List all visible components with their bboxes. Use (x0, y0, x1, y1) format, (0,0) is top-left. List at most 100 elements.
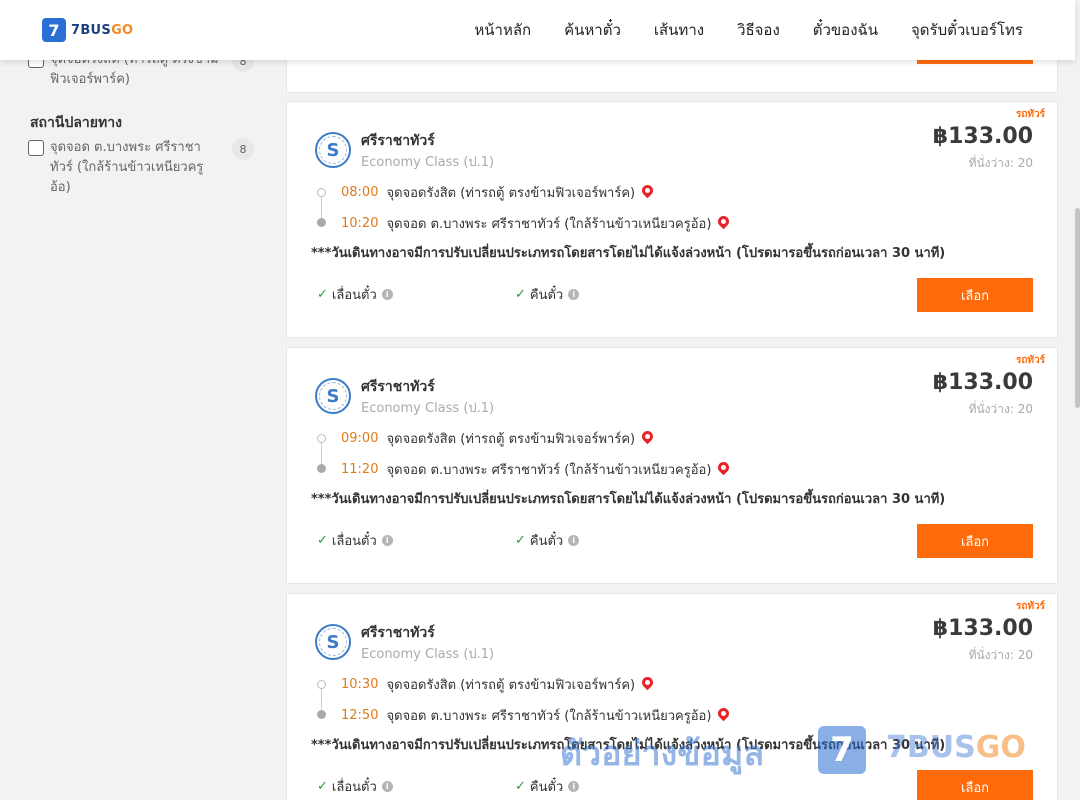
trip-notice: ***วันเดินทางอาจมีการปรับเปลี่ยนประเภทรถ… (311, 246, 946, 261)
nav-routes[interactable]: เส้นทาง (654, 18, 704, 42)
bus-type-tag: รถทัวร์ (1015, 109, 1045, 120)
nav-home[interactable]: หน้าหลัก (474, 18, 531, 42)
info-icon[interactable]: i (381, 535, 393, 546)
arrival-place: จุดจอด ต.บางพระ ศรีราชาทัวร์ (ใกล้ร้านข้… (386, 217, 712, 232)
reschedule-label: เลื่อนตั๋ว (331, 288, 377, 303)
departure-time: 08:00 (341, 185, 379, 200)
arrival-dot-icon (317, 218, 326, 227)
refund-policy: ✓ คืนตั๋ว i (515, 284, 580, 305)
nav-my-tickets[interactable]: ตั๋วของฉัน (813, 18, 878, 42)
reschedule-policy: ✓ เลื่อนตั๋ว i (317, 530, 393, 551)
seats-available: ที่นั่งว่าง: 20 (968, 156, 1033, 170)
map-pin-icon[interactable] (639, 428, 656, 445)
map-pin-icon[interactable] (716, 459, 732, 476)
filter-destination-checkbox[interactable] (28, 140, 44, 156)
arrival-dot-icon (317, 710, 326, 719)
arrival-time: 12:50 (341, 708, 379, 723)
arrival-dot-icon (317, 464, 326, 473)
map-pin-icon[interactable] (639, 182, 656, 199)
departure-place: จุดจอดรังสิต (ท่ารถตู้ ตรงข้ามฟิวเจอร์พา… (386, 432, 636, 447)
filter-destination-label: จุดจอด ต.บางพระ ศรีราชาทัวร์ (ใกล้ร้านข้… (50, 140, 204, 195)
info-icon[interactable]: i (568, 289, 580, 300)
watermark-brand: 7BUSGO (886, 730, 1026, 765)
map-pin-icon[interactable] (716, 213, 732, 230)
reschedule-policy: ✓ เลื่อนตั๋ว i (317, 284, 393, 305)
page-scrollbar[interactable] (1075, 0, 1080, 800)
ticket-price: ฿133.00 (932, 124, 1033, 149)
watermark-text: ตัวอย่างข้อมูล (560, 734, 765, 774)
departure-dot-icon (317, 680, 326, 689)
operator-name: ศรีราชาทัวร์ (361, 133, 435, 149)
departure-dot-icon (317, 188, 326, 197)
operator-name: ศรีราชาทัวร์ (361, 625, 435, 641)
departure-dot-icon (317, 434, 326, 443)
departure-place: จุดจอดรังสิต (ท่ารถตู้ ตรงข้ามฟิวเจอร์พา… (386, 678, 636, 693)
operator-name: ศรีราชาทัวร์ (361, 379, 435, 395)
check-icon: ✓ (515, 287, 526, 302)
arrival-stop: 11:20 จุดจอด ต.บางพระ ศรีราชาทัวร์ (ใกล้… (341, 459, 732, 480)
select-button[interactable]: เลือก (917, 524, 1033, 558)
bus-class: Economy Class (ป.1) (361, 647, 495, 662)
check-icon: ✓ (515, 533, 526, 548)
departure-stop: 09:00 จุดจอดรังสิต (ท่ารถตู้ ตรงข้ามฟิวเ… (341, 428, 656, 449)
filter-destination-item[interactable]: จุดจอด ต.บางพระ ศรีราชาทัวร์ (ใกล้ร้านข้… (28, 138, 254, 198)
map-pin-icon[interactable] (639, 674, 656, 691)
watermark-brand-text: 7BUS (886, 730, 976, 765)
bus-class: Economy Class (ป.1) (361, 155, 495, 170)
nav-ticket-pickup[interactable]: จุดรับตั๋วเบอร์โทร (911, 18, 1023, 42)
logo-text: 7BUS (71, 22, 112, 38)
arrival-place: จุดจอด ต.บางพระ ศรีราชาทัวร์ (ใกล้ร้านข้… (386, 709, 712, 724)
refund-label: คืนตั๋ว (529, 288, 564, 303)
departure-time: 10:30 (341, 677, 379, 692)
arrival-stop: 12:50 จุดจอด ต.บางพระ ศรีราชาทัวร์ (ใกล้… (341, 705, 732, 726)
info-icon[interactable]: i (568, 535, 580, 546)
departure-stop: 08:00 จุดจอดรังสิต (ท่ารถตู้ ตรงข้ามฟิวเ… (341, 182, 656, 203)
logo-icon: 7 (42, 18, 66, 42)
reschedule-label: เลื่อนตั๋ว (331, 534, 377, 549)
check-icon: ✓ (317, 533, 328, 548)
trip-card: รถทัวร์ S ศรีราชาทัวร์ Economy Class (ป.… (286, 101, 1058, 338)
nav-how-to-book[interactable]: วิธีจอง (737, 18, 780, 42)
departure-time: 09:00 (341, 431, 379, 446)
arrival-stop: 10:20 จุดจอด ต.บางพระ ศรีราชาทัวร์ (ใกล้… (341, 213, 732, 234)
departure-stop: 10:30 จุดจอดรังสิต (ท่ารถตู้ ตรงข้ามฟิวเ… (341, 674, 656, 695)
operator-logo-icon: S (315, 378, 351, 414)
seats-available: ที่นั่งว่าง: 20 (968, 402, 1033, 416)
bus-class: Economy Class (ป.1) (361, 401, 495, 416)
refund-policy: ✓ คืนตั๋ว i (515, 530, 580, 551)
watermark-brand-go: GO (975, 730, 1026, 765)
filter-destination-count: 8 (232, 138, 254, 160)
arrival-time: 11:20 (341, 462, 379, 477)
check-icon: ✓ (515, 779, 526, 794)
operator-logo-icon: S (315, 132, 351, 168)
select-button[interactable]: เลือก (917, 770, 1033, 800)
info-icon[interactable]: i (568, 781, 580, 792)
scrollbar-thumb[interactable] (1075, 208, 1080, 408)
main-nav: หน้าหลัก ค้นหาตั๋ว เส้นทาง วิธีจอง ตั๋วข… (474, 0, 1023, 60)
logo-text-go: GO (111, 22, 134, 38)
seats-available: ที่นั่งว่าง: 20 (968, 648, 1033, 662)
map-pin-icon[interactable] (716, 705, 732, 722)
check-icon: ✓ (317, 287, 328, 302)
trip-notice: ***วันเดินทางอาจมีการปรับเปลี่ยนประเภทรถ… (311, 492, 946, 507)
ticket-price: ฿133.00 (932, 616, 1033, 641)
select-button[interactable]: เลือก (917, 278, 1033, 312)
info-icon[interactable]: i (381, 289, 393, 300)
operator-logo-icon: S (315, 624, 351, 660)
arrival-place: จุดจอด ต.บางพระ ศรีราชาทัวร์ (ใกล้ร้านข้… (386, 463, 712, 478)
departure-place: จุดจอดรังสิต (ท่ารถตู้ ตรงข้ามฟิวเจอร์พา… (386, 186, 636, 201)
check-icon: ✓ (317, 779, 328, 794)
refund-label: คืนตั๋ว (529, 534, 564, 549)
bus-type-tag: รถทัวร์ (1015, 355, 1045, 366)
arrival-time: 10:20 (341, 216, 379, 231)
site-logo[interactable]: 7 7BUSGO (42, 18, 133, 42)
bus-type-tag: รถทัวร์ (1015, 601, 1045, 612)
ticket-price: ฿133.00 (932, 370, 1033, 395)
top-navbar: 7 7BUSGO หน้าหลัก ค้นหาตั๋ว เส้นทาง วิธี… (0, 0, 1075, 60)
nav-search-ticket[interactable]: ค้นหาตั๋ว (564, 18, 621, 42)
refund-label: คืนตั๋ว (529, 780, 564, 795)
reschedule-policy: ✓ เลื่อนตั๋ว i (317, 776, 393, 797)
reschedule-label: เลื่อนตั๋ว (331, 780, 377, 795)
watermark-logo-icon: 7 (818, 726, 866, 774)
info-icon[interactable]: i (381, 781, 393, 792)
